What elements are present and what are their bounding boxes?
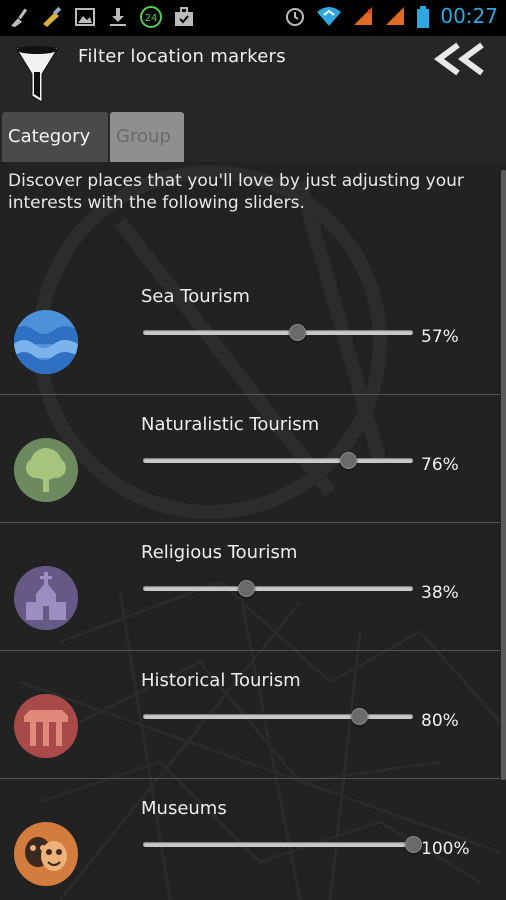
category-label: Religious Tourism — [141, 542, 298, 563]
battery-icon — [416, 5, 430, 28]
filter-panel[interactable]: Discover places that you'll love by just… — [0, 162, 506, 900]
waves-icon — [14, 310, 78, 374]
category-label: Historical Tourism — [141, 670, 301, 691]
category-label: Museums — [141, 798, 227, 819]
slider-religious-tourism[interactable] — [143, 580, 413, 597]
slider-sea-tourism[interactable] — [143, 324, 413, 341]
slider-thumb[interactable] — [237, 580, 255, 597]
24-badge-icon: 24 — [140, 6, 162, 28]
slider-naturalistic-tourism[interactable] — [143, 452, 413, 469]
church-icon — [14, 566, 78, 630]
alarm-icon — [284, 5, 306, 27]
double-chevron-left-icon — [433, 42, 484, 76]
tree-icon — [14, 438, 78, 502]
slider-thumb[interactable] — [288, 324, 306, 341]
paint-icon — [41, 6, 63, 28]
back-button[interactable] — [433, 42, 488, 76]
wifi-icon — [316, 5, 342, 27]
slider-value: 57% — [421, 327, 459, 347]
svg-text:24: 24 — [145, 13, 158, 24]
signal-icon — [384, 5, 406, 27]
briefcase-icon — [173, 6, 195, 28]
category-row-historical-tourism: Historical Tourism 80% — [0, 651, 500, 779]
slider-thumb[interactable] — [340, 452, 358, 469]
clock: 00:27 — [440, 4, 498, 28]
status-bar: 24 x 00:27 — [0, 0, 506, 36]
funnel-icon — [14, 44, 60, 110]
slider-value: 100% — [421, 839, 470, 859]
image-icon — [74, 6, 96, 28]
slider-museums[interactable] — [143, 836, 422, 853]
svg-text:x: x — [367, 7, 373, 17]
signal-icon: x — [352, 5, 374, 27]
category-label: Sea Tourism — [141, 286, 250, 307]
slider-value: 38% — [421, 583, 459, 603]
download-icon — [107, 6, 129, 28]
tab-category[interactable]: Category — [2, 112, 108, 162]
category-row-sea-tourism: Sea Tourism 57% — [0, 267, 500, 395]
tab-group[interactable]: Group — [110, 112, 184, 162]
scrollbar[interactable] — [501, 170, 506, 780]
intro-text: Discover places that you'll love by just… — [8, 171, 464, 213]
category-row-museums: Museums 100% — [0, 779, 500, 900]
temple-column-icon — [14, 694, 78, 758]
page-title: Filter location markers — [78, 46, 286, 67]
slider-value: 76% — [421, 455, 459, 475]
tab-bar: Category Group — [0, 112, 506, 162]
slider-thumb[interactable] — [351, 708, 368, 725]
theatre-masks-icon — [14, 822, 78, 886]
slider-value: 80% — [421, 711, 459, 731]
category-label: Naturalistic Tourism — [141, 414, 320, 435]
category-row-religious-tourism: Religious Tourism 38% — [0, 523, 500, 651]
slider-thumb[interactable] — [405, 836, 422, 853]
category-row-naturalistic-tourism: Naturalistic Tourism 76% — [0, 395, 500, 523]
broom-icon — [8, 6, 30, 28]
action-bar: Filter location markers — [0, 36, 506, 112]
slider-historical-tourism[interactable] — [143, 708, 413, 725]
